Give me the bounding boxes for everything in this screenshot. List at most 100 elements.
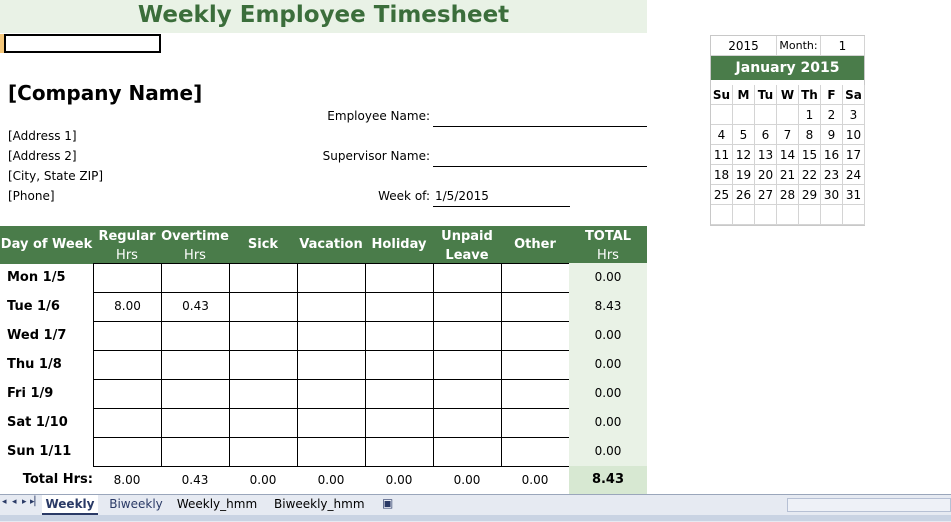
hours-cell[interactable]: [365, 408, 434, 438]
calendar-day[interactable]: 2: [821, 105, 843, 125]
phone[interactable]: [Phone]: [8, 188, 55, 204]
address-1[interactable]: [Address 1]: [8, 128, 77, 144]
calendar-day[interactable]: 13: [755, 145, 777, 165]
calendar-day[interactable]: 3: [843, 105, 865, 125]
hours-cell[interactable]: [297, 379, 366, 409]
calendar-year[interactable]: 2015: [711, 36, 777, 56]
calendar-day[interactable]: 24: [843, 165, 865, 185]
next-sheet-icon[interactable]: ▸: [22, 497, 27, 507]
hours-cell[interactable]: [501, 292, 570, 322]
calendar-day[interactable]: 23: [821, 165, 843, 185]
hours-cell[interactable]: [93, 379, 162, 409]
first-sheet-icon[interactable]: ◂: [2, 497, 7, 507]
calendar-day[interactable]: 5: [733, 125, 755, 145]
hours-cell[interactable]: [501, 263, 570, 293]
hours-cell[interactable]: 0.43: [161, 292, 230, 322]
hours-cell[interactable]: [365, 263, 434, 293]
new-sheet-icon[interactable]: ▣: [382, 496, 393, 510]
calendar-day[interactable]: 4: [711, 125, 733, 145]
calendar-day[interactable]: 8: [799, 125, 821, 145]
calendar-day[interactable]: 12: [733, 145, 755, 165]
calendar-day[interactable]: 27: [755, 185, 777, 205]
hours-cell[interactable]: [93, 437, 162, 467]
hours-cell[interactable]: [161, 350, 230, 380]
hours-cell[interactable]: [229, 292, 298, 322]
calendar-day[interactable]: 30: [821, 185, 843, 205]
hours-cell[interactable]: [161, 321, 230, 351]
hours-cell[interactable]: [433, 321, 502, 351]
week-of-value[interactable]: 1/5/2015: [435, 188, 489, 204]
calendar-day[interactable]: 25: [711, 185, 733, 205]
hours-cell[interactable]: [501, 437, 570, 467]
hours-cell[interactable]: [433, 350, 502, 380]
tab-biweekly-hmm[interactable]: Biweekly_hmm: [274, 495, 365, 513]
calendar-day[interactable]: 16: [821, 145, 843, 165]
calendar-day[interactable]: 21: [777, 165, 799, 185]
hours-cell[interactable]: [297, 263, 366, 293]
hours-cell[interactable]: [93, 263, 162, 293]
hours-cell[interactable]: [297, 321, 366, 351]
calendar-day[interactable]: 1: [799, 105, 821, 125]
calendar-day[interactable]: 10: [843, 125, 865, 145]
tab-weekly[interactable]: Weekly: [42, 495, 98, 515]
employee-name-field[interactable]: [433, 126, 647, 127]
calendar-day[interactable]: 19: [733, 165, 755, 185]
calendar-day[interactable]: 18: [711, 165, 733, 185]
calendar-day[interactable]: 26: [733, 185, 755, 205]
hours-cell[interactable]: [365, 437, 434, 467]
hours-cell[interactable]: [433, 292, 502, 322]
hours-cell[interactable]: [501, 350, 570, 380]
hours-cell[interactable]: [229, 437, 298, 467]
calendar-day[interactable]: 14: [777, 145, 799, 165]
calendar-day[interactable]: 6: [755, 125, 777, 145]
calendar-month[interactable]: 1: [821, 36, 865, 56]
company-name[interactable]: [Company Name]: [8, 80, 202, 106]
hours-cell[interactable]: [161, 408, 230, 438]
calendar-day[interactable]: 15: [799, 145, 821, 165]
hours-cell[interactable]: [297, 292, 366, 322]
tab-biweekly[interactable]: Biweekly: [108, 495, 164, 513]
calendar-day[interactable]: 22: [799, 165, 821, 185]
hours-cell[interactable]: [433, 379, 502, 409]
hours-cell[interactable]: [93, 408, 162, 438]
calendar-day[interactable]: 17: [843, 145, 865, 165]
address-2[interactable]: [Address 2]: [8, 148, 77, 164]
hours-cell[interactable]: [501, 321, 570, 351]
prev-sheet-icon[interactable]: ◂: [12, 497, 17, 507]
calendar-day[interactable]: 7: [777, 125, 799, 145]
hours-cell[interactable]: [229, 263, 298, 293]
horizontal-scrollbar[interactable]: [787, 498, 951, 512]
hours-cell[interactable]: [297, 408, 366, 438]
supervisor-name-field[interactable]: [433, 166, 647, 167]
city-state-zip[interactable]: [City, State ZIP]: [8, 168, 103, 184]
hours-cell[interactable]: [297, 437, 366, 467]
hours-cell[interactable]: [161, 437, 230, 467]
hours-cell[interactable]: [161, 263, 230, 293]
calendar-day[interactable]: 28: [777, 185, 799, 205]
hours-cell[interactable]: [229, 321, 298, 351]
hours-cell[interactable]: [229, 350, 298, 380]
calendar-day[interactable]: 9: [821, 125, 843, 145]
tab-weekly-hmm[interactable]: Weekly_hmm: [176, 495, 258, 513]
hours-cell[interactable]: [229, 408, 298, 438]
calendar-day[interactable]: 31: [843, 185, 865, 205]
hours-cell[interactable]: [297, 350, 366, 380]
hours-cell[interactable]: [93, 350, 162, 380]
calendar-day[interactable]: 20: [755, 165, 777, 185]
hours-cell[interactable]: [501, 408, 570, 438]
hours-cell[interactable]: [365, 321, 434, 351]
hours-cell[interactable]: [365, 350, 434, 380]
calendar-day[interactable]: 11: [711, 145, 733, 165]
hours-cell[interactable]: [501, 379, 570, 409]
last-sheet-icon[interactable]: ▸▏: [30, 497, 41, 507]
hours-cell[interactable]: [365, 292, 434, 322]
hours-cell[interactable]: [161, 379, 230, 409]
hours-cell[interactable]: [433, 437, 502, 467]
hours-cell[interactable]: [433, 408, 502, 438]
hours-cell[interactable]: [93, 321, 162, 351]
hours-cell[interactable]: [229, 379, 298, 409]
hours-cell[interactable]: [365, 379, 434, 409]
calendar-day[interactable]: 29: [799, 185, 821, 205]
active-cell[interactable]: [4, 34, 161, 53]
hours-cell[interactable]: [433, 263, 502, 293]
